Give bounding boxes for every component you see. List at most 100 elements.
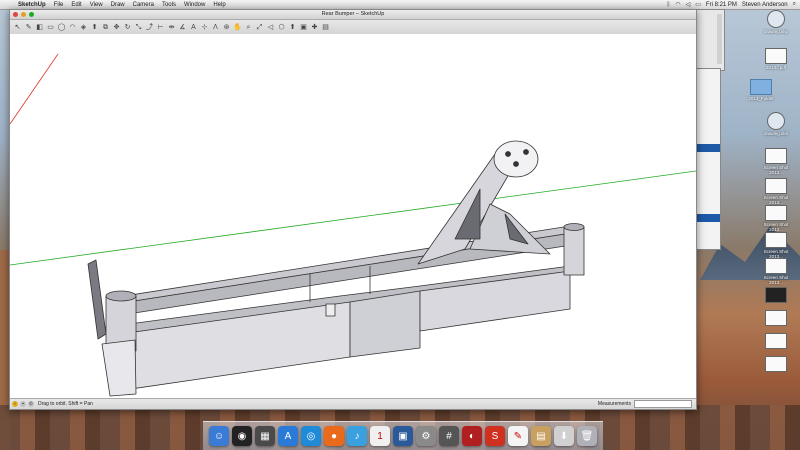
rotate-icon[interactable]: ↻	[123, 23, 132, 32]
dock-calculator-icon[interactable]: #	[439, 426, 459, 446]
rectangle-icon[interactable]: ▭	[46, 23, 55, 32]
desktop-icon[interactable]: Screen Shot 2013...	[757, 178, 795, 205]
desktop-icon[interactable]: Screen Shot 2013...	[757, 148, 795, 175]
measurements-input[interactable]	[634, 400, 692, 408]
geolocation-icon[interactable]: •	[20, 401, 26, 407]
menu-file[interactable]: File	[50, 2, 68, 8]
window-title: Rear Bumper – SketchUp	[321, 11, 385, 17]
previous-view-icon[interactable]: ◁	[266, 23, 275, 32]
desktop-icon[interactable]	[757, 310, 795, 327]
extension-icon[interactable]: ✚	[310, 23, 319, 32]
desktop-icon[interactable]: Screen Shot 2013...	[757, 205, 795, 232]
scale-icon[interactable]: ⤡	[134, 23, 143, 32]
dock-documents-icon[interactable]: ▤	[531, 426, 551, 446]
dock-system-preferences-icon[interactable]: ⚙	[416, 426, 436, 446]
zoom-extents-icon[interactable]: ⤢	[255, 23, 264, 32]
offset-icon[interactable]: ⧉	[101, 23, 110, 32]
dock-safari-icon[interactable]: ◎	[301, 426, 321, 446]
background-window-row	[696, 214, 720, 222]
spotlight-icon[interactable]: ⌕	[793, 1, 796, 8]
dock-dashboard-icon[interactable]: ◉	[232, 426, 252, 446]
protractor-icon[interactable]: ∡	[178, 23, 187, 32]
menu-user[interactable]: Steven Anderson	[742, 2, 788, 8]
desktop-icon[interactable]: Screen Shot 2013...	[757, 258, 795, 285]
window-titlebar[interactable]: Rear Bumper – SketchUp	[10, 10, 696, 20]
dock-itunes-icon[interactable]: ♪	[347, 426, 367, 446]
battery-icon[interactable]: ▭	[695, 1, 701, 8]
folder-icon	[750, 79, 772, 95]
background-window[interactable]	[695, 68, 721, 250]
menu-edit[interactable]: Edit	[67, 2, 85, 8]
file-icon	[765, 148, 787, 164]
dock-finder-icon[interactable]: ☺	[209, 426, 229, 446]
dock-preview-icon[interactable]: ▣	[393, 426, 413, 446]
menu-app-name[interactable]: SketchUp	[14, 2, 50, 8]
background-window-scrollbar[interactable]	[717, 14, 722, 64]
dock-textedit-icon[interactable]: ✎	[508, 426, 528, 446]
dock-sketchup-icon[interactable]: S	[485, 426, 505, 446]
dock-firefox-icon[interactable]: ●	[324, 426, 344, 446]
dock-downloads-icon[interactable]: ⬇	[554, 426, 574, 446]
axes-icon[interactable]: ⊹	[200, 23, 209, 32]
file-icon	[765, 178, 787, 194]
dimension-icon[interactable]: ⇹	[167, 23, 176, 32]
desktop-icon[interactable]: 2013_Folder	[742, 79, 780, 101]
share-model-icon[interactable]: ⬆	[288, 23, 297, 32]
arc-icon[interactable]: ◠	[68, 23, 77, 32]
credits-icon[interactable]: ©	[28, 401, 34, 407]
menu-clock[interactable]: Fri 8:21 PM	[706, 2, 737, 8]
circle-icon[interactable]: ◯	[57, 23, 66, 32]
dock-photo-booth-icon[interactable]: ◐	[462, 426, 482, 446]
eraser-icon[interactable]: ◧	[35, 23, 44, 32]
3d-text-icon[interactable]: Ʌ	[211, 23, 220, 32]
paint-bucket-icon[interactable]: ◈	[79, 23, 88, 32]
desktop-icon[interactable]: drawing.skb	[757, 112, 795, 136]
info-icon[interactable]: i	[12, 401, 18, 407]
bluetooth-icon[interactable]: ᛒ	[667, 2, 671, 8]
dock-trash-icon[interactable]: 🗑	[577, 426, 597, 446]
minimize-button[interactable]	[21, 12, 26, 17]
zoom-button[interactable]	[29, 12, 34, 17]
text-icon[interactable]: A	[189, 23, 198, 32]
dock-app-store-icon[interactable]: A	[278, 426, 298, 446]
dock-calendar-icon[interactable]: 1	[370, 426, 390, 446]
components-icon[interactable]: ▣	[299, 23, 308, 32]
background-window-top[interactable]	[695, 9, 725, 71]
menu-view[interactable]: View	[86, 2, 107, 8]
sketchup-window: Rear Bumper – SketchUp ↖ ✎ ◧ ▭ ◯ ◠ ◈ ⬆ ⧉ ✥ ↻ ⤡ ⤴ ⊢ ⇹ ∡ A…	[9, 9, 697, 410]
layout-icon[interactable]: ▤	[321, 23, 330, 32]
desktop-icon[interactable]	[757, 333, 795, 350]
pencil-icon[interactable]: ✎	[24, 23, 33, 32]
warehouse-icon[interactable]: ⬡	[277, 23, 286, 32]
select-icon[interactable]: ↖	[13, 23, 22, 32]
move-icon[interactable]: ✥	[112, 23, 121, 32]
desktop-icon-label: 2013_Folder	[748, 96, 774, 101]
bumper-model[interactable]	[10, 34, 696, 399]
desktop-icon[interactable]: Screen Shot 2013...	[757, 232, 795, 259]
volume-icon[interactable]: ◁	[686, 1, 691, 8]
desktop-icon[interactable]: drawing.skp	[757, 10, 795, 34]
measurements-label: Measurements	[597, 401, 631, 407]
desktop-icon[interactable]: 2013...pdf	[757, 48, 795, 70]
zoom-icon[interactable]: ⌕	[244, 23, 253, 32]
menu-camera[interactable]: Camera	[129, 2, 158, 8]
close-button[interactable]	[13, 12, 18, 17]
menu-help[interactable]: Help	[209, 2, 229, 8]
file-icon	[765, 287, 787, 303]
desktop-icon[interactable]	[757, 356, 795, 373]
push-pull-icon[interactable]: ⬆	[90, 23, 99, 32]
tape-measure-icon[interactable]: ⊢	[156, 23, 165, 32]
desktop-icon[interactable]	[757, 287, 795, 304]
menu-window[interactable]: Window	[180, 2, 209, 8]
follow-me-icon[interactable]: ⤴	[145, 23, 154, 32]
wifi-icon[interactable]: ◠	[675, 1, 680, 8]
file-icon	[767, 10, 785, 28]
desktop-icon-label: 2013...pdf	[765, 65, 787, 70]
dock-mission-control-icon[interactable]: ▦	[255, 426, 275, 446]
orbit-icon[interactable]: ⊛	[222, 23, 231, 32]
menu-tools[interactable]: Tools	[158, 2, 180, 8]
model-viewport[interactable]	[10, 34, 696, 399]
pan-icon[interactable]: ✋	[233, 23, 242, 32]
toolbar: ↖ ✎ ◧ ▭ ◯ ◠ ◈ ⬆ ⧉ ✥ ↻ ⤡ ⤴ ⊢ ⇹ ∡ A ⊹ Ʌ ⊛ ✋ ⌕ ⤢ ◁ ⬡ ⬆ ▣ ✚ ▤	[10, 20, 696, 35]
menu-draw[interactable]: Draw	[107, 2, 129, 8]
